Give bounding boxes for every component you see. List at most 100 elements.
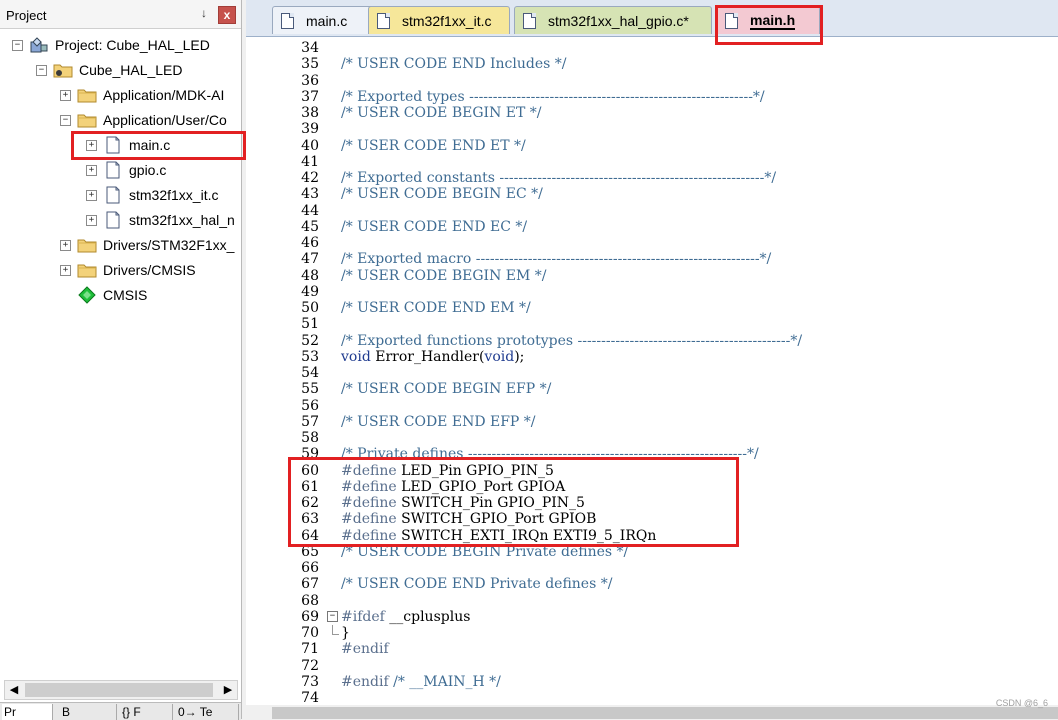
code-line[interactable]: 59 /* Private defines -------------------… [246,446,1058,462]
code-token: /* USER CODE BEGIN Private defines */ [341,543,629,560]
file-icon [103,211,123,229]
code-token: #define [341,511,397,528]
code-line[interactable]: 55 /* USER CODE BEGIN EFP */ [246,381,1058,397]
code-line[interactable]: 41 [246,154,1058,170]
code-line[interactable]: 70} [246,625,1058,641]
tab-templates[interactable]: 0→ Te [176,704,239,720]
code-line[interactable]: 58 [246,430,1058,446]
tree-item[interactable]: + Drivers/STM32F1xx_ [60,234,234,256]
scroll-thumb[interactable] [25,683,213,697]
code-line[interactable]: 68 [246,593,1058,609]
code-line[interactable]: 73 #endif /* __MAIN_H */ [246,674,1058,690]
expand-icon[interactable]: + [60,89,71,101]
code-line[interactable]: 38 /* USER CODE BEGIN ET */ [246,105,1058,121]
tree-item[interactable]: − Cube_HAL_LED [36,59,183,81]
code-line[interactable]: 48 /* USER CODE BEGIN EM */ [246,268,1058,284]
code-token: /* USER CODE END Includes */ [341,56,567,73]
tab-stm32f1xx-it-c[interactable]: stm32f1xx_it.c [368,6,510,34]
fold-collapse-icon[interactable]: − [327,610,338,622]
code-line[interactable]: 35 /* USER CODE END Includes */ [246,56,1058,72]
code-line[interactable]: 36 [246,73,1058,89]
tab-stm32f1xx-hal-gpio-c[interactable]: stm32f1xx_hal_gpio.c* [514,6,712,34]
code-line[interactable]: 45 /* USER CODE END EC */ [246,219,1058,235]
tree-item[interactable]: + stm32f1xx_it.c [86,184,218,206]
code-editor[interactable]: 34 35 /* USER CODE END Includes */ 36 37 /* E… [246,37,1058,705]
code-line[interactable]: 42 /* Exported constants ----------------… [246,170,1058,186]
line-number: 72 [301,657,319,674]
line-number: 64 [301,527,319,544]
code-token: SWITCH_EXTI_IRQn EXTI9_5_IRQn [396,527,657,544]
tree-item[interactable]: CMSIS [60,284,147,306]
code-token: LED_Pin GPIO_PIN_5 [396,462,554,479]
expand-icon[interactable]: + [86,139,97,151]
code-line[interactable]: 72 [246,658,1058,674]
editor-horizontal-scrollbar[interactable] [272,707,1058,719]
code-line[interactable]: 43 /* USER CODE BEGIN EC */ [246,186,1058,202]
expand-icon[interactable]: + [60,264,71,276]
code-line[interactable]: 54 [246,365,1058,381]
code-line[interactable]: 61 #define LED_GPIO_Port GPIOA [246,479,1058,495]
code-token: /* USER CODE END EM */ [341,300,531,316]
file-icon [103,136,123,154]
collapse-icon[interactable]: − [12,39,23,51]
code-line[interactable]: 67 /* USER CODE END Private defines */ [246,576,1058,592]
code-line[interactable]: 64 #define SWITCH_EXTI_IRQn EXTI9_5_IRQn [246,528,1058,544]
collapse-icon[interactable]: − [60,114,71,126]
code-line[interactable]: 57 /* USER CODE END EFP */ [246,414,1058,430]
code-line[interactable]: 63 #define SWITCH_GPIO_Port GPIOB [246,511,1058,527]
tree-item[interactable]: + Application/MDK-AI [60,84,224,106]
line-number: 52 [301,332,319,349]
code-line[interactable]: 37 /* Exported types --------------------… [246,89,1058,105]
tree-horizontal-scrollbar[interactable]: ◀ ▶ [4,680,238,700]
expand-icon[interactable]: + [86,189,97,201]
code-line[interactable]: 46 [246,235,1058,251]
code-line[interactable]: 69− #ifdef __cplusplus [246,609,1058,625]
code-line[interactable]: 40 /* USER CODE END ET */ [246,138,1058,154]
pin-icon[interactable]: ↓ [196,5,212,21]
code-text: /* Exported types ----------------------… [341,89,765,105]
expand-icon[interactable]: + [86,164,97,176]
scroll-left-arrow-icon[interactable]: ◀ [5,681,23,699]
code-line[interactable]: 34 [246,40,1058,56]
tree-item[interactable]: − Application/User/Co [60,109,227,131]
code-line[interactable]: 39 [246,121,1058,137]
code-line[interactable]: 71 #endif [246,641,1058,657]
code-token: /* Exported macro ----------------------… [341,251,772,268]
code-line[interactable]: 66 [246,560,1058,576]
project-panel: Project ↓ x − Project: Cube_HAL_LED − Cube_… [0,0,242,720]
tree-item[interactable]: + gpio.c [86,159,166,181]
code-line[interactable]: 52 /* Exported functions prototypes -----… [246,333,1058,349]
tab-main-h[interactable]: main.h [716,6,820,34]
code-text: /* USER CODE END EM */ [341,300,531,316]
code-text: /* USER CODE END Includes */ [341,56,566,72]
code-line[interactable]: 60 #define LED_Pin GPIO_PIN_5 [246,463,1058,479]
code-token: /* Exported types ----------------------… [341,88,765,105]
code-line[interactable]: 56 [246,398,1058,414]
code-line[interactable]: 62 #define SWITCH_Pin GPIO_PIN_5 [246,495,1058,511]
line-number: 35 [301,56,319,73]
code-text: /* USER CODE END Private defines */ [341,576,612,592]
tree-item[interactable]: + stm32f1xx_hal_n [86,209,235,231]
code-line[interactable]: 44 [246,203,1058,219]
code-line[interactable]: 49 [246,284,1058,300]
tab-functions[interactable]: {} F [120,704,173,720]
tree-item[interactable]: + main.c [86,134,170,156]
expand-icon[interactable]: + [60,239,71,251]
scroll-right-arrow-icon[interactable]: ▶ [219,681,237,699]
collapse-icon[interactable]: − [36,64,47,76]
line-number: 69 [301,608,319,625]
code-line[interactable]: 47 /* Exported macro --------------------… [246,251,1058,267]
code-line[interactable]: 65 /* USER CODE BEGIN Private defines */ [246,544,1058,560]
code-line[interactable]: 53 void Error_Handler(void); [246,349,1058,365]
code-line[interactable]: 50 /* USER CODE END EM */ [246,300,1058,316]
expand-icon[interactable]: + [86,214,97,226]
code-line[interactable]: 51 [246,316,1058,332]
tree-item[interactable]: − Project: Cube_HAL_LED [12,34,210,56]
line-number: 48 [301,267,319,284]
tab-books[interactable]: B [60,704,117,720]
close-icon[interactable]: x [218,6,236,24]
code-line[interactable]: 74 [246,690,1058,705]
tree-item[interactable]: + Drivers/CMSIS [60,259,196,281]
code-text: #endif /* __MAIN_H */ [341,674,501,690]
tab-project[interactable]: Pr [2,704,53,720]
